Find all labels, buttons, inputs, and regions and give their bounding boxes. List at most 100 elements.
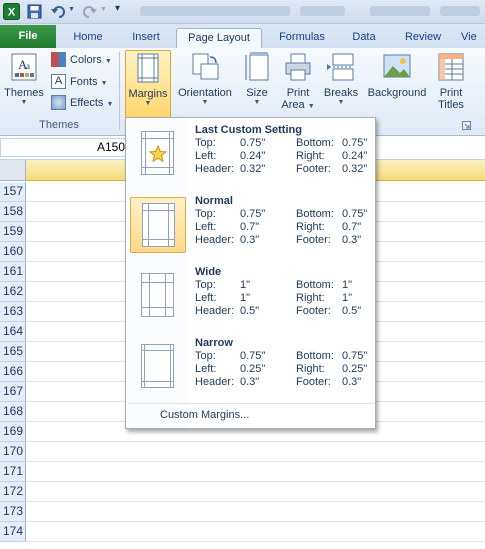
row-number[interactable]: 169 xyxy=(0,422,26,442)
table-row[interactable]: 172 xyxy=(0,482,485,502)
footer-value: 0.3" xyxy=(342,376,362,388)
select-all-corner[interactable] xyxy=(0,160,26,181)
header-value: 0.3" xyxy=(240,234,260,246)
fonts-label: Fonts xyxy=(70,76,98,88)
orientation-icon xyxy=(192,53,219,80)
footer-label: Footer: xyxy=(296,163,331,175)
bottom-value: 0.75" xyxy=(342,350,368,362)
tab-page-layout[interactable]: Page Layout xyxy=(176,28,262,48)
row-number[interactable]: 158 xyxy=(0,202,26,222)
bottom-label: Bottom: xyxy=(296,208,334,220)
top-value: 0.75" xyxy=(240,137,266,149)
row-number[interactable]: 167 xyxy=(0,382,26,402)
row-number[interactable]: 160 xyxy=(0,242,26,262)
margin-thumb-wrap xyxy=(130,197,186,253)
colors-label: Colors xyxy=(70,54,102,66)
table-row[interactable]: 170 xyxy=(0,442,485,462)
save-icon[interactable] xyxy=(27,4,42,19)
row-number[interactable]: 162 xyxy=(0,282,26,302)
option-title: Narrow xyxy=(195,337,233,349)
row-number[interactable]: 161 xyxy=(0,262,26,282)
bottom-label: Bottom: xyxy=(296,350,334,362)
row-number[interactable]: 173 xyxy=(0,502,26,522)
page-setup-dialog-launcher-icon[interactable] xyxy=(462,121,471,130)
print-titles-button[interactable]: Print Titles xyxy=(432,50,470,116)
margins-dropdown-menu: Last Custom Setting Top: 0.75" Bottom: 0… xyxy=(125,117,376,429)
tab-file[interactable]: File xyxy=(0,25,56,48)
left-label: Left: xyxy=(195,221,217,233)
effects-button[interactable]: Effects ▼ xyxy=(51,94,113,113)
row-number[interactable]: 165 xyxy=(0,342,26,362)
ribbon-tabs: File Home Insert Page Layout Formulas Da… xyxy=(0,24,485,48)
fonts-button[interactable]: A Fonts ▼ xyxy=(51,73,108,92)
margin-thumb-wrap xyxy=(130,339,186,395)
row-number[interactable]: 170 xyxy=(0,442,26,462)
tab-insert[interactable]: Insert xyxy=(124,28,168,48)
table-row[interactable]: 171 xyxy=(0,462,485,482)
footer-label: Footer: xyxy=(296,234,331,246)
left-value: 0.25" xyxy=(240,363,266,375)
margin-option-wide[interactable]: Wide Top: 1" Bottom: 1" Left: 1" Right: … xyxy=(128,262,375,330)
tab-view[interactable]: Vie xyxy=(461,28,485,48)
breaks-label: Breaks xyxy=(323,87,359,99)
size-button[interactable]: Size ▼ xyxy=(240,50,274,116)
breaks-button[interactable]: Breaks ▼ xyxy=(322,50,360,116)
size-dropdown-icon: ▼ xyxy=(253,99,261,106)
print-titles-label-1: Print xyxy=(439,87,463,99)
row-number[interactable]: 163 xyxy=(0,302,26,322)
footer-label: Footer: xyxy=(296,376,331,388)
row-number[interactable]: 172 xyxy=(0,482,26,502)
row-number[interactable]: 174 xyxy=(0,522,26,542)
quick-access-toolbar: X ▼ ▼ ▾ xyxy=(0,0,485,24)
margin-option-normal[interactable]: Normal Top: 0.75" Bottom: 0.75" Left: 0.… xyxy=(128,191,375,259)
row-number[interactable]: 168 xyxy=(0,402,26,422)
themes-dropdown-icon: ▼ xyxy=(20,99,28,106)
customize-qat-icon[interactable]: ▾ xyxy=(115,3,120,14)
name-box[interactable]: A150 xyxy=(0,138,128,157)
header-label: Header: xyxy=(195,376,235,388)
footer-value: 0.5" xyxy=(342,305,362,317)
margins-button[interactable]: Margins ▼ xyxy=(125,50,171,118)
margin-thumb-wrap xyxy=(130,126,186,182)
colors-button[interactable]: Colors ▼ xyxy=(51,51,112,70)
left-label: Left: xyxy=(195,363,217,375)
print-titles-icon xyxy=(438,53,464,81)
top-label: Top: xyxy=(195,350,216,362)
table-row[interactable]: 174 xyxy=(0,522,485,542)
custom-margins-item[interactable]: Custom Margins... xyxy=(160,409,249,421)
left-label: Left: xyxy=(195,292,217,304)
print-area-label-1: Print xyxy=(286,87,310,99)
redo-dropdown-icon[interactable]: ▼ xyxy=(100,6,107,13)
row-number[interactable]: 166 xyxy=(0,362,26,382)
themes-button[interactable]: A a Themes ▼ xyxy=(2,50,46,116)
tab-home[interactable]: Home xyxy=(68,28,108,48)
bottom-value: 0.75" xyxy=(342,137,368,149)
row-number[interactable]: 171 xyxy=(0,462,26,482)
row-number[interactable]: 159 xyxy=(0,222,26,242)
right-value: 0.7" xyxy=(342,221,362,233)
top-value: 0.75" xyxy=(240,350,266,362)
tab-review[interactable]: Review xyxy=(399,28,447,48)
row-number[interactable]: 164 xyxy=(0,322,26,342)
margin-option-narrow[interactable]: Narrow Top: 0.75" Bottom: 0.75" Left: 0.… xyxy=(128,333,375,401)
size-label: Size xyxy=(246,87,268,99)
tab-data[interactable]: Data xyxy=(346,28,382,48)
left-label: Left: xyxy=(195,150,217,162)
margin-preview-icon xyxy=(142,203,175,247)
row-number[interactable]: 157 xyxy=(0,182,26,202)
table-row[interactable]: 173 xyxy=(0,502,485,522)
background-button[interactable]: Background xyxy=(364,50,430,116)
excel-logo-icon[interactable]: X xyxy=(3,3,20,20)
orientation-button[interactable]: Orientation ▼ xyxy=(174,50,236,116)
top-label: Top: xyxy=(195,137,216,149)
redo-icon[interactable] xyxy=(82,4,98,19)
effects-icon xyxy=(51,94,66,110)
tab-formulas[interactable]: Formulas xyxy=(272,28,332,48)
themes-group-label: Themes xyxy=(39,119,79,131)
margin-option-last-custom[interactable]: Last Custom Setting Top: 0.75" Bottom: 0… xyxy=(128,120,375,188)
undo-dropdown-icon[interactable]: ▼ xyxy=(68,6,75,13)
svg-text:X: X xyxy=(8,7,16,19)
left-value: 0.7" xyxy=(240,221,260,233)
print-area-button[interactable]: Print Area ▼ xyxy=(280,50,316,116)
undo-icon[interactable] xyxy=(50,4,68,19)
